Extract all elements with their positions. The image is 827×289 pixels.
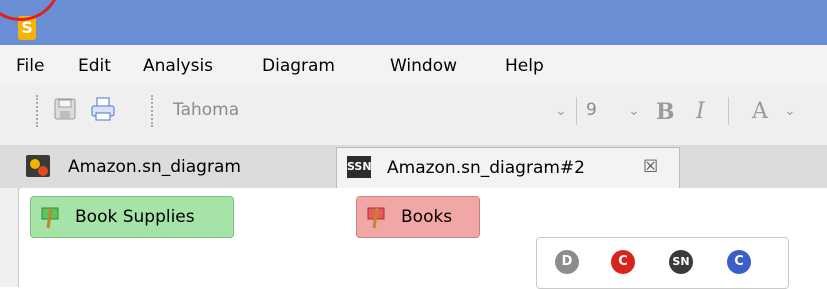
bold-button[interactable]: B xyxy=(656,99,675,125)
flag-icon xyxy=(41,207,59,229)
node-book-supplies[interactable]: Book Supplies xyxy=(30,196,234,238)
text-color-button[interactable]: A xyxy=(752,99,768,124)
save-icon xyxy=(54,98,76,120)
element-palette: D C SN C xyxy=(536,237,789,289)
flag-icon xyxy=(367,207,385,229)
chevron-down-icon[interactable]: ⌄ xyxy=(784,103,796,119)
tab-strip: Amazon.sn_diagram SSN Amazon.sn_diagram#… xyxy=(0,145,827,189)
palette-sn-button[interactable]: SN xyxy=(669,250,693,274)
italic-button[interactable]: I xyxy=(696,99,705,124)
node-label: Book Supplies xyxy=(75,207,195,227)
divider xyxy=(728,97,729,125)
menu-analysis[interactable]: Analysis xyxy=(143,56,213,76)
node-books[interactable]: Books xyxy=(356,196,480,238)
chevron-down-icon[interactable]: ⌄ xyxy=(555,103,567,119)
palette-c-blue-button[interactable]: C xyxy=(727,250,751,274)
toolbar-grip[interactable] xyxy=(36,95,42,127)
chevron-down-icon[interactable]: ⌄ xyxy=(628,103,640,119)
toolbar: Tahoma ⌄ 9 ⌄ B I A ⌄ xyxy=(0,85,827,145)
font-size-select[interactable]: 9 xyxy=(582,95,622,125)
menu-window[interactable]: Window xyxy=(390,56,457,76)
node-label: Books xyxy=(401,207,453,227)
font-size-value: 9 xyxy=(586,100,597,120)
tab-label: Amazon.sn_diagram xyxy=(68,157,241,177)
print-icon xyxy=(91,97,115,121)
toolbar-grip-2[interactable] xyxy=(151,95,157,127)
close-icon[interactable]: ☒ xyxy=(643,157,658,177)
print-button[interactable] xyxy=(90,96,116,122)
font-family-select[interactable]: Tahoma xyxy=(163,95,573,125)
menu-help[interactable]: Help xyxy=(505,56,544,76)
menu-edit[interactable]: Edit xyxy=(78,56,111,76)
save-button[interactable] xyxy=(52,96,78,122)
title-bar: S xyxy=(0,0,827,45)
diagram-icon xyxy=(26,155,50,177)
tab-label: Amazon.sn_diagram#2 xyxy=(387,158,585,178)
tab-amazon-diagram[interactable]: Amazon.sn_diagram xyxy=(20,147,336,187)
divider xyxy=(576,97,577,125)
ssn-icon: SSN xyxy=(347,156,372,178)
palette-d-button[interactable]: D xyxy=(555,250,579,274)
canvas-left-edge xyxy=(0,188,19,287)
palette-c-button[interactable]: C xyxy=(611,250,635,274)
font-family-value: Tahoma xyxy=(173,100,240,120)
menu-file[interactable]: File xyxy=(16,56,44,76)
tab-amazon-diagram-2[interactable]: SSN Amazon.sn_diagram#2 ☒ xyxy=(336,147,680,188)
menu-bar: File Edit Analysis Diagram Window Help xyxy=(0,45,827,85)
menu-diagram[interactable]: Diagram xyxy=(262,56,335,76)
